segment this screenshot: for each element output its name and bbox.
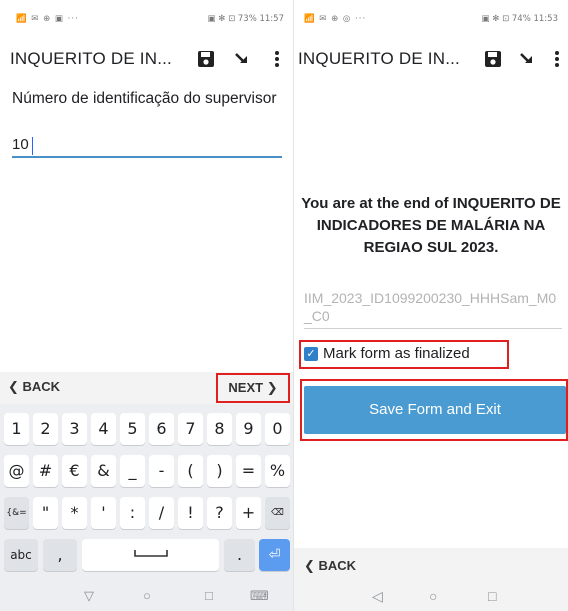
keyboard-key[interactable]: # xyxy=(33,455,58,487)
keyboard-key[interactable]: ) xyxy=(207,455,232,487)
save-icon[interactable] xyxy=(193,46,219,72)
chevron-left-icon: ❮ xyxy=(304,558,319,573)
supervisor-id-input[interactable] xyxy=(12,134,282,158)
status-icons: 📶 ✉ ⊕ ▣ ··· xyxy=(16,14,79,24)
system-nav-bar: ◁ ○ □ xyxy=(294,583,568,611)
instance-name-underline xyxy=(304,328,562,329)
keyboard-key[interactable]: / xyxy=(149,497,174,529)
form-title: INQUERITO DE IN... xyxy=(298,49,460,68)
back-button[interactable]: ❮ BACK xyxy=(8,379,60,395)
space-bar-icon xyxy=(133,550,168,557)
keyboard-key[interactable]: = xyxy=(236,455,261,487)
jump-arrow-icon[interactable] xyxy=(514,46,540,72)
keyboard-key[interactable]: 4 xyxy=(91,413,116,445)
keyboard-key[interactable]: 8 xyxy=(207,413,232,445)
enter-key[interactable]: ⏎ xyxy=(259,539,290,571)
status-bar: 📶 ✉ ⊕ ◎ ··· ▣ ✻ ⊡ 74% 11:53 xyxy=(294,0,568,36)
keyboard-key[interactable]: ' xyxy=(91,497,116,529)
save-highlight-box xyxy=(300,379,568,441)
key-space[interactable] xyxy=(82,539,219,571)
status-battery-time: ▣ ✻ ⊡ 73% 11:57 xyxy=(207,14,284,24)
keyboard-key[interactable]: + xyxy=(236,497,261,529)
form-nav-bar: ❮ BACK NEXT ❯ xyxy=(0,372,294,404)
keyboard-key[interactable]: ! xyxy=(178,497,203,529)
numeric-keyboard: 1 2 3 4 5 6 7 8 9 0 @ # € & _ -() =% {&= " * ': /!? + ⌫ abc , .… xyxy=(0,404,294,611)
more-vert-icon[interactable] xyxy=(264,46,290,72)
keyboard-key[interactable]: % xyxy=(265,455,290,487)
system-nav-bar: ▽ ○ □ ⌨ xyxy=(0,583,294,611)
question-label: Número de identificação do supervisor xyxy=(12,90,277,107)
nav-home-icon[interactable]: ○ xyxy=(143,588,151,603)
keyboard-key[interactable]: 5 xyxy=(120,413,145,445)
left-phone-screen: 📶 ✉ ⊕ ▣ ··· ▣ ✻ ⊡ 73% 11:57 INQUERITO DE… xyxy=(0,0,294,611)
keyboard-key[interactable]: @ xyxy=(4,455,29,487)
jump-arrow-icon[interactable] xyxy=(229,46,255,72)
end-of-form-message: You are at the end of INQUERITO DE INDIC… xyxy=(301,195,561,256)
keyboard-key[interactable]: 7 xyxy=(178,413,203,445)
keyboard-key[interactable]: € xyxy=(62,455,87,487)
key-abc[interactable]: abc xyxy=(4,539,38,571)
key-period[interactable]: . xyxy=(224,539,255,571)
keyboard-key[interactable]: 9 xyxy=(236,413,261,445)
keyboard-key[interactable]: - xyxy=(149,455,174,487)
nav-back-icon[interactable]: ◁ xyxy=(372,588,383,605)
keyboard-key[interactable]: & xyxy=(91,455,116,487)
nav-recents-icon[interactable]: □ xyxy=(205,588,213,603)
back-label: BACK xyxy=(22,379,61,394)
text-caret xyxy=(32,137,33,155)
keyboard-key[interactable]: * xyxy=(62,497,87,529)
finalize-highlight-box xyxy=(299,340,509,369)
app-toolbar: INQUERITO DE IN... xyxy=(294,36,568,82)
keyboard-key[interactable]: ( xyxy=(178,455,203,487)
nav-home-icon[interactable]: ○ xyxy=(429,588,437,604)
keyboard-key[interactable]: " xyxy=(33,497,58,529)
keyboard-key[interactable]: : xyxy=(120,497,145,529)
more-vert-icon[interactable] xyxy=(547,46,568,72)
keyboard-key[interactable]: 2 xyxy=(33,413,58,445)
save-icon[interactable] xyxy=(480,46,506,72)
status-bar: 📶 ✉ ⊕ ▣ ··· ▣ ✻ ⊡ 73% 11:57 xyxy=(0,0,294,36)
back-label: BACK xyxy=(318,558,357,573)
instance-name-field[interactable]: IIM_2023_ID1099200230_HHHSam_M0_C0 xyxy=(304,289,560,325)
backspace-key[interactable]: ⌫ xyxy=(265,497,290,529)
keyboard-key[interactable]: _ xyxy=(120,455,145,487)
back-button[interactable]: ❮ BACK xyxy=(304,558,356,574)
keyboard-icon[interactable]: ⌨ xyxy=(250,588,269,604)
key-comma[interactable]: , xyxy=(43,539,77,571)
next-highlight-box xyxy=(216,373,290,403)
keyboard-key[interactable]: 6 xyxy=(149,413,174,445)
keyboard-key[interactable]: 0 xyxy=(265,413,290,445)
app-toolbar: INQUERITO DE IN... xyxy=(0,36,294,82)
keyboard-key[interactable]: ? xyxy=(207,497,232,529)
nav-recents-icon[interactable]: □ xyxy=(488,588,496,604)
keyboard-key[interactable]: 3 xyxy=(62,413,87,445)
keyboard-key[interactable]: 1 xyxy=(4,413,29,445)
chevron-left-icon: ❮ xyxy=(8,379,23,394)
right-phone-screen: 📶 ✉ ⊕ ◎ ··· ▣ ✻ ⊡ 74% 11:53 INQUERITO DE… xyxy=(294,0,568,611)
nav-back-icon[interactable]: ▽ xyxy=(84,588,94,604)
status-icons: 📶 ✉ ⊕ ◎ ··· xyxy=(304,14,367,24)
form-nav-bar: ❮ BACK xyxy=(294,548,568,583)
keyboard-key[interactable]: {&= xyxy=(4,497,29,529)
status-battery-time: ▣ ✻ ⊡ 74% 11:53 xyxy=(481,14,558,24)
form-title: INQUERITO DE IN... xyxy=(10,49,172,68)
